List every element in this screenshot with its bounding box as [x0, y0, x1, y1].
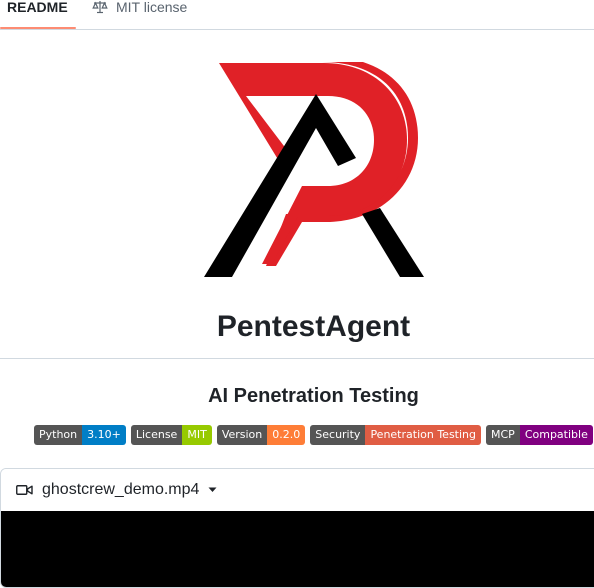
- tab-license-label: MIT license: [116, 0, 188, 15]
- title-divider: [0, 358, 594, 359]
- video-attachment: ghostcrew_demo.mp4: [0, 468, 594, 588]
- badge-version-label: Version: [216, 425, 268, 445]
- badge-license-label: License: [130, 425, 183, 445]
- badge-python-value: 3.10+: [82, 425, 126, 445]
- badge-mcp-value: Compatible: [519, 425, 593, 445]
- badge-mcp[interactable]: MCP Compatible: [486, 425, 593, 445]
- video-player[interactable]: [1, 511, 594, 587]
- badge-version-value: 0.2.0: [267, 425, 306, 445]
- active-tab-underline: [0, 27, 76, 29]
- triangle-down-icon: [208, 487, 217, 492]
- video-filename: ghostcrew_demo.mp4: [42, 481, 200, 498]
- tab-readme[interactable]: README: [7, 0, 68, 30]
- law-scale-icon: [92, 1, 108, 14]
- video-camera-icon: [16, 485, 33, 495]
- badge-license-value: MIT: [182, 425, 212, 445]
- badge-license[interactable]: License MIT: [130, 425, 212, 445]
- badge-row: Python 3.10+ License MIT Version 0.2.0 S…: [34, 425, 593, 445]
- tab-mit-license[interactable]: MIT license: [92, 0, 187, 30]
- badge-mcp-label: MCP: [486, 425, 520, 445]
- badge-version[interactable]: Version 0.2.0: [216, 425, 306, 445]
- badge-security-label: Security: [310, 425, 366, 445]
- video-file-dropdown[interactable]: ghostcrew_demo.mp4: [1, 469, 594, 511]
- pentestagent-logo: [204, 62, 424, 277]
- project-subtitle: AI Penetration Testing: [208, 385, 419, 407]
- tab-readme-label: README: [7, 0, 68, 15]
- badge-python-label: Python: [34, 425, 83, 445]
- project-title: PentestAgent: [216, 310, 411, 343]
- badge-security[interactable]: Security Penetration Testing: [310, 425, 482, 445]
- logo-black-leg: [362, 208, 424, 277]
- badge-python[interactable]: Python 3.10+: [34, 425, 126, 445]
- readme-tab-bar: README MIT license: [0, 0, 594, 30]
- badge-security-value: Penetration Testing: [365, 425, 482, 445]
